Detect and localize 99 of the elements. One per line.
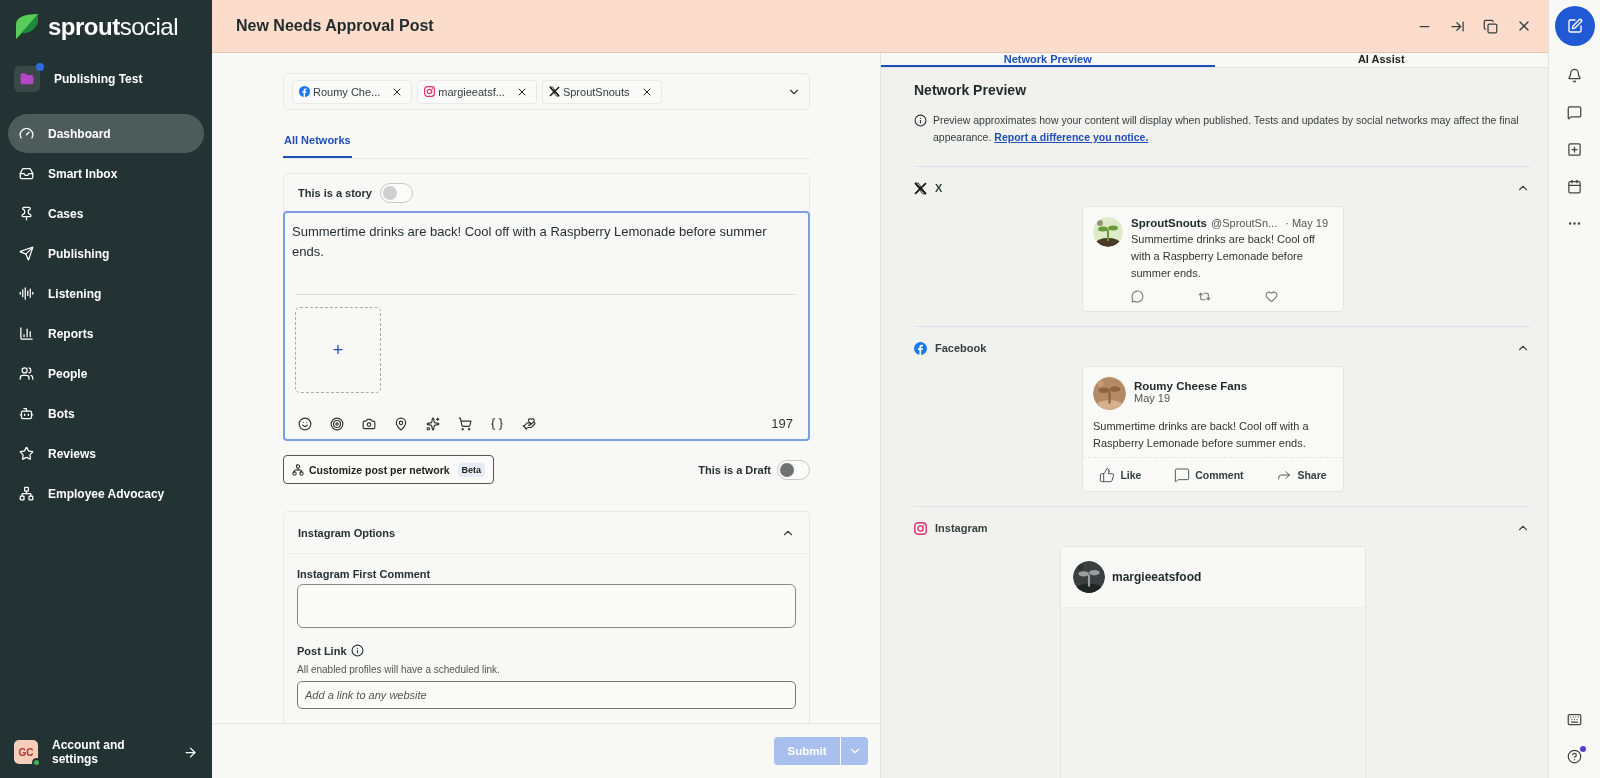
pin-icon: [19, 206, 34, 221]
section-title: Instagram Options: [298, 526, 396, 539]
notification-dot: [1580, 746, 1586, 752]
leaf-logo-icon: [14, 13, 40, 41]
nav-item[interactable]: Bots: [8, 394, 204, 433]
field-label: Instagram First Comment: [297, 568, 432, 580]
nav-item[interactable]: People: [8, 354, 204, 393]
nav-item[interactable]: Employee Advocacy: [8, 474, 204, 513]
toggle-switch[interactable]: [777, 459, 810, 480]
nav-item[interactable]: Listening: [8, 274, 204, 313]
smiley-icon[interactable]: [298, 416, 312, 431]
account-name: Roumy Cheese Fans: [1134, 380, 1248, 392]
camera-icon[interactable]: [362, 416, 376, 431]
paper-plane-icon: [19, 246, 34, 261]
first-comment-field[interactable]: [297, 584, 796, 628]
post-text: Summertime drinks are back! Cool off with a Raspberry Lemonade before summer ends.: [1131, 232, 1316, 281]
network-label: Instagram: [935, 522, 989, 534]
message-editor[interactable]: Summertime drinks are back! Cool off with a Raspberry Lemonade before summer ends. + 197: [283, 211, 810, 441]
network-icon: [292, 463, 304, 476]
network-label: X: [935, 182, 944, 194]
facebook-icon: [914, 341, 927, 355]
nav-item[interactable]: Smart Inbox: [8, 154, 204, 193]
report-link[interactable]: Report a difference you notice.: [994, 131, 1149, 143]
bell-icon[interactable]: [1567, 68, 1582, 83]
heart-icon[interactable]: [1265, 290, 1278, 303]
account-settings-link[interactable]: Account and settings: [52, 738, 169, 766]
star-icon: [19, 446, 34, 461]
reaction-label[interactable]: Share: [1297, 468, 1327, 481]
network-label: Facebook: [935, 342, 988, 354]
network-icon: [19, 486, 34, 501]
network-tab[interactable]: All Networks: [283, 128, 352, 158]
profile-chip[interactable]: Roumy Che...: [292, 79, 413, 104]
character-count: 197: [771, 416, 793, 431]
nav-item[interactable]: Reviews: [8, 434, 204, 473]
keyboard-icon[interactable]: [1567, 712, 1582, 727]
info-icon[interactable]: [350, 644, 364, 657]
thumbs-up-icon: [1099, 466, 1116, 483]
repost-icon[interactable]: [1198, 290, 1211, 303]
post-date: · May 19: [1285, 217, 1329, 229]
post-date: May 19: [1134, 392, 1172, 404]
target-icon[interactable]: [330, 416, 344, 431]
post-link-field[interactable]: Add a link to any website: [297, 681, 796, 709]
panel-title: Network Preview: [914, 82, 1028, 98]
user-avatar[interactable]: GC: [14, 740, 38, 764]
facebook-icon: [299, 86, 310, 97]
panel-tab[interactable]: AI Assist: [1214, 53, 1548, 67]
account-name: margieeatsfood: [1112, 570, 1202, 584]
nav-item[interactable]: Publishing: [8, 234, 204, 273]
panel-tab[interactable]: Network Preview: [881, 53, 1215, 67]
people-icon: [19, 366, 34, 381]
reply-icon[interactable]: [1131, 290, 1144, 303]
message-field[interactable]: Summertime drinks are back! Cool off with a Raspberry Lemonade before summer ends.: [292, 222, 799, 294]
profile-chip[interactable]: SproutSnouts: [541, 79, 662, 104]
brand-logo: sproutsocial: [48, 13, 179, 41]
pen-square-icon: [1566, 18, 1583, 34]
arrow-right-icon[interactable]: [183, 744, 198, 760]
account-name: SproutSnouts: [1131, 217, 1208, 229]
draft-label: This is a Draft: [698, 463, 771, 476]
field-label: Post Link: [297, 644, 347, 657]
chat-icon[interactable]: [1567, 105, 1582, 120]
post-text: Summertime drinks are back! Cool off with a Raspberry Lemonade before summer ends.: [1092, 419, 1310, 451]
x-logo-icon: [548, 86, 560, 97]
nav-item[interactable]: Reports: [8, 314, 204, 353]
braces-icon[interactable]: [490, 416, 504, 431]
sound-wave-icon: [19, 286, 34, 301]
instagram-icon: [424, 86, 436, 97]
bar-chart-icon: [19, 326, 34, 341]
add-media-button[interactable]: +: [295, 307, 381, 393]
story-label: This is a story: [298, 186, 372, 199]
field-hint: All enabled profiles will have a scheduled link.: [297, 664, 501, 675]
inbox-icon: [19, 166, 34, 181]
profile-chip[interactable]: margieeatsf...: [417, 79, 537, 104]
x-logo-icon: [914, 181, 927, 195]
add-square-icon[interactable]: [1567, 142, 1582, 157]
nav-item[interactable]: Dashboard: [8, 114, 204, 153]
customize-button[interactable]: Customize post per network Beta: [283, 455, 495, 484]
help-icon[interactable]: [1567, 749, 1582, 764]
reaction-label[interactable]: Like: [1120, 468, 1142, 481]
preview-notice: Preview approximates how your content will display when published. Tests and updates by social networks may affect the final appearance. Report a difference you notice.: [933, 113, 1520, 145]
sparkle-icon[interactable]: [426, 416, 440, 431]
location-pin-icon[interactable]: [394, 416, 408, 431]
speech-bubble-icon: [1174, 466, 1191, 483]
folder-icon: [20, 72, 34, 86]
account-handle: @SproutSn...: [1211, 217, 1278, 229]
workspace-name[interactable]: Publishing Test: [54, 72, 143, 86]
profile-selector[interactable]: Roumy Che... margieeatsf... SproutSnouts: [283, 73, 810, 110]
info-icon: [914, 114, 927, 127]
instagram-icon: [914, 521, 927, 535]
compose-button[interactable]: [1554, 6, 1595, 46]
reaction-label[interactable]: Comment: [1195, 468, 1244, 481]
windows-icon[interactable]: [1483, 18, 1498, 34]
robot-icon: [19, 406, 34, 421]
cart-icon[interactable]: [458, 416, 472, 431]
toggle-switch[interactable]: [380, 182, 413, 203]
gauge-icon: [19, 126, 34, 141]
hand-heart-icon[interactable]: [522, 416, 536, 431]
nav-item[interactable]: Cases: [8, 194, 204, 233]
window-title: New Needs Approval Post: [236, 17, 435, 35]
calendar-icon[interactable]: [1567, 179, 1582, 194]
